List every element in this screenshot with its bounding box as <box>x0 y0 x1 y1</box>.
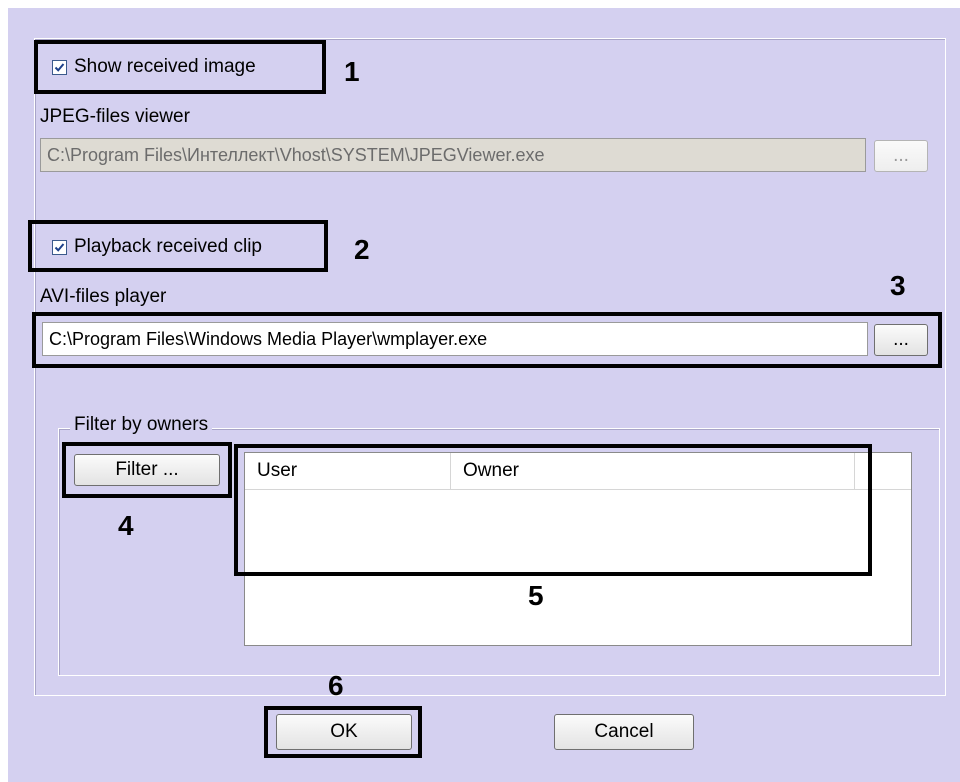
filter-button[interactable]: Filter ... <box>74 454 220 486</box>
jpeg-browse-button: ... <box>874 140 928 172</box>
settings-dialog: Show received image 1 JPEG-files viewer … <box>8 8 960 782</box>
callout-number-5: 5 <box>528 580 544 611</box>
checkmark-icon <box>54 243 65 252</box>
callout-number-3: 3 <box>890 270 906 301</box>
ok-button[interactable]: OK <box>276 714 412 750</box>
playback-label[interactable]: Playback received clip <box>74 236 262 258</box>
show-image-label[interactable]: Show received image <box>74 56 256 78</box>
show-image-checkbox[interactable] <box>52 60 67 75</box>
checkmark-icon <box>54 63 65 72</box>
avi-browse-button[interactable]: ... <box>874 324 928 356</box>
callout-number-4: 4 <box>118 510 134 541</box>
callout-number-6: 6 <box>328 670 344 701</box>
avi-player-label: AVI-files player <box>40 286 167 307</box>
jpeg-viewer-path-field: C:\Program Files\Интеллект\Vhost\SYSTEM\… <box>40 138 866 172</box>
callout-number-2: 2 <box>354 234 370 265</box>
playback-checkbox[interactable] <box>52 240 67 255</box>
avi-player-path-field[interactable]: C:\Program Files\Windows Media Player\wm… <box>42 322 868 356</box>
cancel-button[interactable]: Cancel <box>554 714 694 750</box>
jpeg-viewer-label: JPEG-files viewer <box>40 106 190 127</box>
filter-group-title: Filter by owners <box>70 414 213 436</box>
callout-box-5 <box>234 444 872 576</box>
callout-number-1: 1 <box>344 56 360 87</box>
